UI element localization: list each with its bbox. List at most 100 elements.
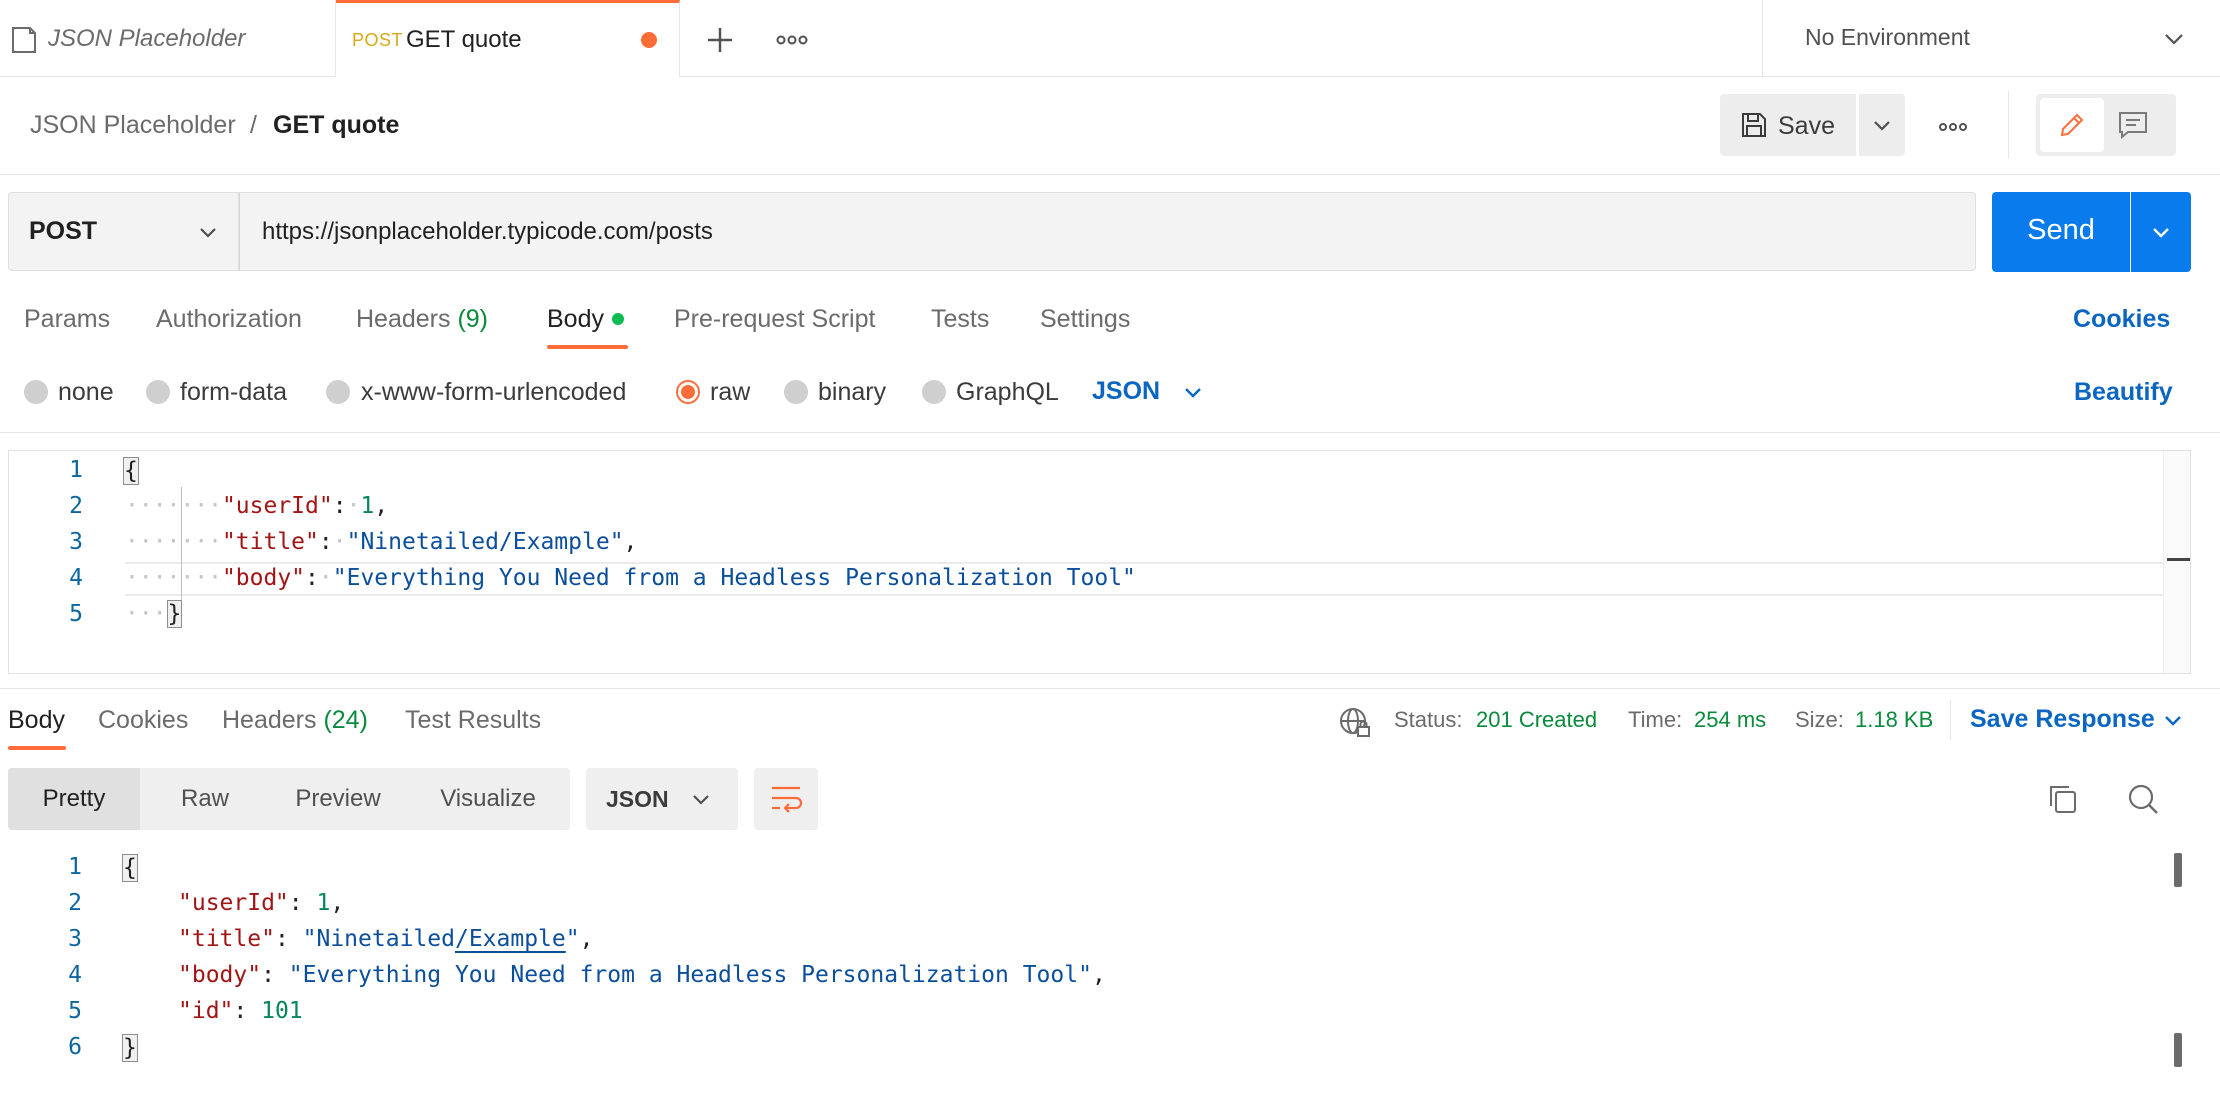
size-value[interactable]: 1.18 KB: [1855, 707, 1933, 733]
close-brace: }: [122, 1034, 138, 1062]
divider: [0, 432, 2220, 433]
radio-binary[interactable]: [784, 380, 808, 404]
view-visualize-button[interactable]: Visualize: [406, 768, 570, 830]
url-input[interactable]: https://jsonplaceholder.typicode.com/pos…: [239, 192, 1976, 271]
radio-urlencoded-label[interactable]: x-www-form-urlencoded: [361, 378, 626, 407]
tab-authorization[interactable]: Authorization: [156, 305, 302, 334]
tab-get-quote[interactable]: POST GET quote: [336, 0, 680, 77]
radio-urlencoded[interactable]: [326, 380, 350, 404]
globe-lock-icon[interactable]: [1338, 706, 1372, 740]
time-value[interactable]: 254 ms: [1694, 707, 1766, 733]
line-number: 2: [68, 890, 82, 916]
request-more-button[interactable]: [1935, 109, 1971, 145]
line-number: 4: [69, 565, 83, 591]
line-number: 5: [69, 601, 83, 627]
chevron-down-icon[interactable]: [2158, 705, 2188, 735]
tab-params[interactable]: Params: [24, 305, 110, 334]
cookies-link[interactable]: Cookies: [2073, 305, 2170, 334]
radio-graphql[interactable]: [922, 380, 946, 404]
response-tab-body[interactable]: Body: [8, 706, 65, 735]
response-format-selector[interactable]: JSON: [586, 768, 738, 830]
line-number: 1: [68, 854, 82, 880]
tab-settings[interactable]: Settings: [1040, 305, 1130, 334]
comment-icon[interactable]: [2116, 108, 2150, 142]
body-language-selector[interactable]: JSON: [1092, 377, 1160, 406]
divider: [1950, 700, 1951, 740]
send-label: Send: [2027, 214, 2095, 246]
save-label: Save: [1778, 112, 1835, 140]
json-value: "Everything You Need from a Headless Per…: [332, 565, 1136, 591]
chevron-down-icon: [2153, 228, 2169, 238]
send-options-button[interactable]: [2131, 192, 2191, 272]
request-body-editor[interactable]: 1 2 3 4 5 { ·······"userId":·1, ·······"…: [8, 450, 2191, 674]
chevron-down-icon[interactable]: [1178, 377, 1208, 407]
method-selector[interactable]: POST: [8, 192, 239, 271]
radio-raw-label[interactable]: raw: [710, 378, 750, 407]
code-line: ·······"title":·"Ninetailed/Example",: [125, 529, 638, 555]
tab-pre-request-script[interactable]: Pre-request Script: [674, 305, 875, 334]
size-label: Size:: [1795, 707, 1844, 732]
json-value-link[interactable]: /Example: [455, 926, 566, 952]
line-number: 2: [69, 493, 83, 519]
breadcrumb-collection[interactable]: JSON Placeholder: [30, 111, 236, 140]
pencil-icon: [2060, 113, 2084, 137]
json-key: "title": [178, 926, 275, 952]
editor-scrollbar[interactable]: [2163, 451, 2190, 673]
tab-headers-label: Headers: [356, 305, 451, 333]
radio-form-data-label[interactable]: form-data: [180, 378, 287, 407]
tab-tests[interactable]: Tests: [931, 305, 989, 334]
scrollbar-thumb[interactable]: [2167, 558, 2190, 561]
unsaved-dot-icon: [641, 32, 657, 48]
radio-none-label[interactable]: none: [58, 378, 114, 407]
copy-icon[interactable]: [2046, 782, 2080, 816]
response-tab-headers[interactable]: Headers (24): [222, 706, 368, 735]
edit-mode-button[interactable]: [2040, 98, 2104, 152]
scrollbar-thumb[interactable]: [2174, 1033, 2182, 1067]
json-trail: ,: [374, 493, 389, 519]
json-trail: ,: [623, 529, 638, 555]
response-tab-cookies[interactable]: Cookies: [98, 706, 188, 735]
json-key: "id": [178, 998, 234, 1024]
view-pretty-button[interactable]: Pretty: [8, 768, 140, 830]
send-button[interactable]: Send: [1992, 192, 2130, 272]
tab-body[interactable]: Body: [547, 305, 604, 334]
radio-graphql-label[interactable]: GraphQL: [956, 378, 1059, 407]
url-text: https://jsonplaceholder.typicode.com/pos…: [262, 218, 713, 245]
scrollbar-thumb[interactable]: [2174, 853, 2182, 887]
response-headers-count: (24): [323, 706, 368, 734]
tab-json-placeholder[interactable]: JSON Placeholder: [0, 0, 336, 77]
json-key: "body": [221, 565, 306, 591]
tab-options-button[interactable]: [772, 20, 812, 60]
active-tab-indicator: [8, 746, 66, 750]
chevron-down-icon: [200, 228, 216, 238]
code-line: "title": "Ninetailed/Example",: [178, 926, 594, 952]
environment-selector[interactable]: No Environment: [1762, 0, 2220, 77]
response-tab-test-results[interactable]: Test Results: [405, 706, 541, 735]
radio-raw[interactable]: [676, 380, 700, 404]
response-body-viewer[interactable]: 1 2 3 4 5 6 { "userId": 1, "title": "Nin…: [0, 852, 2160, 1110]
save-options-button[interactable]: [1859, 94, 1905, 156]
line-number: 3: [69, 529, 83, 555]
code-line: ·······"userId":·1,: [125, 493, 389, 519]
save-button[interactable]: Save: [1720, 94, 1856, 156]
radio-binary-label[interactable]: binary: [818, 378, 886, 407]
code-line: "id": 101: [178, 998, 303, 1024]
tab-headers[interactable]: Headers (9): [356, 305, 488, 334]
beautify-link[interactable]: Beautify: [2074, 378, 2173, 407]
code-line: "userId": 1,: [178, 890, 345, 916]
search-icon[interactable]: [2126, 782, 2160, 816]
breadcrumb-request-name[interactable]: GET quote: [273, 111, 399, 140]
response-view-modes: Pretty Raw Preview Visualize: [8, 768, 570, 830]
view-preview-button[interactable]: Preview: [270, 768, 406, 830]
format-label: JSON: [606, 786, 669, 812]
radio-form-data[interactable]: [146, 380, 170, 404]
view-raw-button[interactable]: Raw: [140, 768, 270, 830]
wrap-lines-button[interactable]: [754, 768, 818, 830]
new-tab-button[interactable]: [700, 20, 740, 60]
json-value: 101: [261, 998, 303, 1024]
response-scrollbar[interactable]: [2166, 852, 2184, 1110]
save-response-button[interactable]: Save Response: [1970, 705, 2155, 734]
radio-none[interactable]: [24, 380, 48, 404]
wrap-lines-icon: [772, 786, 803, 813]
status-value[interactable]: 201 Created: [1476, 707, 1597, 733]
